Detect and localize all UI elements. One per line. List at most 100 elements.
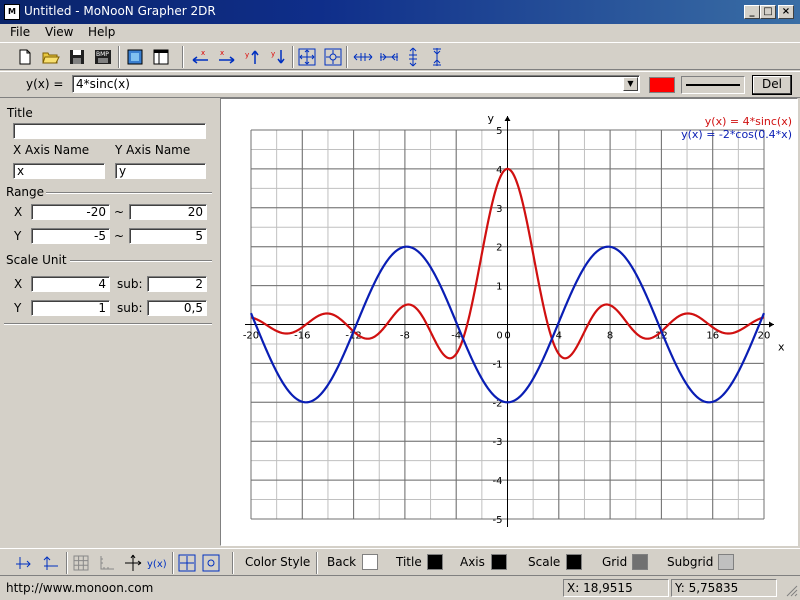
x-tick-label: 20: [758, 331, 771, 342]
menu-help[interactable]: Help: [88, 25, 115, 39]
legend-entry: y(x) = 4*sinc(x): [705, 115, 792, 128]
line-style-selector[interactable]: [681, 76, 745, 94]
y-tick-label: 2: [496, 243, 502, 254]
x-expand-icon[interactable]: [352, 46, 374, 68]
scale-y-label: Y: [14, 301, 22, 315]
save-bmp-icon[interactable]: BMP: [92, 46, 114, 68]
main-toolbar: BMP x x y y: [0, 42, 800, 70]
menu-file[interactable]: File: [10, 25, 30, 39]
scale-color-swatch[interactable]: [566, 554, 582, 570]
range-label: Range: [6, 185, 45, 199]
y-tick-label: -4: [493, 476, 503, 487]
scale-unit-label: Scale Unit: [6, 253, 67, 267]
x-shift-right-icon[interactable]: x: [216, 46, 238, 68]
title-bar: M Untitled - MoNooN Grapher 2DR _ □ ×: [0, 0, 800, 24]
delete-function-button[interactable]: Del: [752, 75, 792, 95]
range-x-label: X: [14, 205, 23, 219]
zoom-out-bottom-icon[interactable]: [200, 552, 222, 574]
y-axis-toggle-icon[interactable]: [40, 552, 62, 574]
scale-y-input[interactable]: 1: [31, 300, 110, 316]
new-file-icon[interactable]: [14, 46, 36, 68]
scale-color-label: Scale: [528, 555, 561, 569]
status-bar: http://www.monoon.com X: 18,9515 Y: 5,75…: [0, 577, 800, 600]
x-axis-name: x: [778, 341, 785, 354]
svg-text:BMP: BMP: [96, 51, 109, 58]
minimize-button[interactable]: _: [744, 5, 760, 19]
range-x-tilde: ~: [114, 205, 125, 219]
x-tick-label: 8: [607, 331, 613, 342]
graph-canvas[interactable]: -20 -16 -12 -8 -4 0 4 8 12 16 20 0 5 4 3 2 1 -1 -2 -3 -4 -5 x y…: [220, 98, 798, 546]
x-tick-label: -8: [400, 331, 410, 342]
x-tick-label: 16: [706, 331, 719, 342]
y-axis-name: y: [488, 112, 495, 125]
svg-text:x: x: [201, 49, 205, 57]
y-shrink-icon[interactable]: [426, 46, 448, 68]
subgrid-color-swatch[interactable]: [718, 554, 734, 570]
function-list-icon[interactable]: y(x): [146, 552, 168, 574]
title-color-swatch[interactable]: [427, 554, 443, 570]
menu-view[interactable]: View: [45, 25, 73, 39]
scale-x-sub-label: sub:: [117, 277, 143, 291]
scale-x-label: X: [14, 277, 23, 291]
svg-text:x: x: [220, 49, 224, 57]
y-axis-name-label: Y Axis Name: [115, 143, 191, 157]
scale-x-sub-input[interactable]: 2: [147, 276, 207, 292]
function-expression-value[interactable]: 4*sinc(x): [76, 77, 130, 91]
function-plot: -20 -16 -12 -8 -4 0 4 8 12 16 20054321-1-2-3-4-5xy…: [243, 112, 792, 527]
zoom-in-icon[interactable]: [296, 46, 318, 68]
grid-color-label: Grid: [602, 555, 628, 569]
svg-text:y: y: [271, 50, 275, 58]
x-shrink-icon[interactable]: [378, 46, 400, 68]
x-axis-toggle-icon[interactable]: [12, 552, 34, 574]
y-tick-label: 5: [496, 126, 502, 137]
x-tick-label: 0: [504, 331, 510, 342]
title-label: Title: [7, 106, 33, 120]
x-axis-name-input[interactable]: x: [13, 163, 105, 179]
y-axis-arrow: [504, 116, 511, 121]
y-axis-name-input[interactable]: y: [115, 163, 206, 179]
axis-corner-icon[interactable]: [96, 552, 118, 574]
scale-y-sub-input[interactable]: 0,5: [147, 300, 207, 316]
open-folder-icon[interactable]: [40, 46, 62, 68]
function-expression-combo[interactable]: 4*sinc(x) ▼: [72, 75, 640, 93]
function-color-swatch[interactable]: [649, 77, 675, 93]
status-url: http://www.monoon.com: [6, 581, 154, 595]
y-expand-icon[interactable]: [402, 46, 424, 68]
x-tick-label: -20: [243, 331, 259, 342]
scale-x-input[interactable]: 4: [31, 276, 110, 292]
bottom-toolbar: y(x) Color Style Back Title Axis Scale G…: [0, 548, 800, 576]
chevron-down-icon[interactable]: ▼: [623, 77, 638, 91]
resize-grip-icon[interactable]: [784, 583, 798, 597]
grid-color-swatch[interactable]: [632, 554, 648, 570]
settings-panel: Title X Axis Name Y Axis Name x y Range …: [0, 99, 218, 549]
save-icon[interactable]: [66, 46, 88, 68]
app-icon[interactable]: M: [4, 4, 20, 20]
title-input[interactable]: [13, 123, 206, 139]
scale-y-sub-label: sub:: [117, 301, 143, 315]
close-button[interactable]: ×: [778, 5, 794, 19]
grid-toggle-icon[interactable]: [70, 552, 92, 574]
back-color-swatch[interactable]: [362, 554, 378, 570]
zoom-out-icon[interactable]: [322, 46, 344, 68]
range-y-min-input[interactable]: -5: [31, 228, 110, 244]
back-color-label: Back: [327, 555, 357, 569]
function-label: y(x) =: [26, 77, 64, 91]
color-style-label: Color Style: [245, 555, 311, 569]
x-shift-left-icon[interactable]: x: [190, 46, 212, 68]
y-shift-up-icon[interactable]: y: [242, 46, 264, 68]
maximize-button[interactable]: □: [760, 5, 776, 19]
y-shift-down-icon[interactable]: y: [268, 46, 290, 68]
panel-toggle-icon[interactable]: [150, 46, 172, 68]
range-x-max-input[interactable]: 20: [129, 204, 207, 220]
axis-color-swatch[interactable]: [491, 554, 507, 570]
range-x-min-input[interactable]: -20: [31, 204, 110, 220]
origin-label: 0: [496, 331, 502, 342]
window-title: Untitled - MoNooN Grapher 2DR: [24, 4, 216, 18]
zoom-in-bottom-icon[interactable]: [176, 552, 198, 574]
range-y-label: Y: [14, 229, 22, 243]
origin-move-icon[interactable]: [122, 552, 144, 574]
y-tick-label: -3: [493, 437, 503, 448]
range-y-max-input[interactable]: 5: [129, 228, 207, 244]
svg-text:y(x): y(x): [147, 559, 167, 570]
image-view-icon[interactable]: [124, 46, 146, 68]
